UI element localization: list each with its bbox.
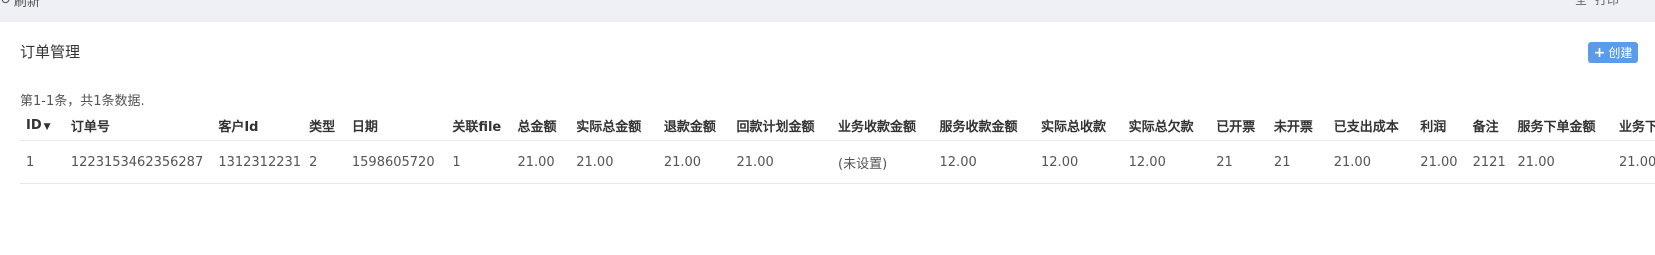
table-cell: 21.00 bbox=[730, 140, 833, 184]
column-header-id[interactable]: ID ▼ bbox=[20, 110, 65, 141]
table-cell: 21.00 bbox=[1327, 140, 1415, 184]
column-header[interactable]: 实际总金额 bbox=[570, 110, 658, 141]
table-cell: 21.00 bbox=[1414, 140, 1467, 184]
create-button[interactable]: + 创建 bbox=[1588, 42, 1638, 63]
column-header[interactable]: 服务收款金额 bbox=[933, 110, 1036, 141]
column-header[interactable]: 客户Id bbox=[212, 110, 304, 141]
create-button-label: 创建 bbox=[1608, 46, 1633, 60]
sort-desc-icon: ▼ bbox=[43, 121, 51, 132]
top-bar: ↻ 刷新 全 打印 bbox=[0, 0, 1655, 22]
orders-table: ID ▼ 订单号 客户Id 类型 日期 关联file 总金额 实际总金额 退款金额… bbox=[20, 110, 1655, 184]
orders-table-wrapper: ID ▼ 订单号 客户Id 类型 日期 关联file 总金额 实际总金额 退款金额… bbox=[20, 110, 1655, 208]
table-cell: 21.00 bbox=[657, 140, 731, 184]
refresh-label: 刷新 bbox=[13, 0, 40, 10]
refresh-icon: ↻ bbox=[0, 0, 11, 8]
table-cell: 12.00 bbox=[933, 140, 1036, 184]
table-cell: 21.00 bbox=[1511, 140, 1614, 184]
column-header[interactable]: 未开票 bbox=[1267, 110, 1328, 141]
column-header[interactable]: 业务收款金额 bbox=[832, 110, 934, 141]
column-header[interactable]: 服务下单金额 bbox=[1511, 110, 1614, 141]
table-cell: 21 bbox=[1267, 140, 1328, 184]
refresh-button[interactable]: ↻ 刷新 bbox=[0, 0, 40, 10]
table-cell: 1 bbox=[20, 140, 65, 184]
column-header[interactable]: 类型 bbox=[303, 110, 346, 141]
top-right-text-2[interactable]: 打印 bbox=[1595, 0, 1619, 8]
column-header[interactable]: 退款金额 bbox=[657, 110, 731, 141]
column-header[interactable]: 总金额 bbox=[511, 110, 571, 141]
column-header[interactable]: 关联file bbox=[446, 110, 512, 141]
top-right-actions: 全 打印 bbox=[1575, 0, 1619, 8]
table-cell: 12.00 bbox=[1035, 140, 1123, 184]
column-header[interactable]: 利润 bbox=[1414, 110, 1467, 141]
table-cell: 21 bbox=[1210, 140, 1268, 184]
table-cell: 21.00 bbox=[570, 140, 658, 184]
table-row: 1 1223153462356287 1312312231 2 15986057… bbox=[20, 140, 1655, 184]
table-header-row: ID ▼ 订单号 客户Id 类型 日期 关联file 总金额 实际总金额 退款金额… bbox=[20, 110, 1655, 141]
order-panel: 订单管理 + 创建 第1-1条，共1条数据. ID ▼ 订单号 客户Id 类型 日… bbox=[0, 22, 1655, 255]
table-cell: 21.00 bbox=[1613, 140, 1655, 184]
page-title: 订单管理 bbox=[20, 43, 81, 61]
column-header[interactable]: 已开票 bbox=[1210, 110, 1268, 141]
table-cell: (未设置) bbox=[832, 140, 934, 184]
table-cell: 1598605720 bbox=[345, 140, 447, 184]
table-cell: 2121 bbox=[1466, 140, 1512, 184]
table-cell: 2 bbox=[303, 140, 346, 184]
summary-text: 第1-1条，共1条数据. bbox=[20, 94, 145, 109]
column-header[interactable]: 备注 bbox=[1466, 110, 1512, 141]
table-cell: 1312312231 bbox=[212, 140, 304, 184]
table-cell: 12.00 bbox=[1122, 140, 1211, 184]
table-cell: 21.00 bbox=[511, 140, 571, 184]
table-cell: 1 bbox=[446, 140, 512, 184]
column-header[interactable]: 回款计划金额 bbox=[730, 110, 833, 141]
plus-icon: + bbox=[1593, 44, 1606, 61]
column-header[interactable]: 业务下单 bbox=[1613, 110, 1655, 141]
column-header[interactable]: 实际总欠款 bbox=[1122, 110, 1211, 141]
column-header[interactable]: 订单号 bbox=[64, 110, 213, 141]
top-right-text-1[interactable]: 全 bbox=[1575, 0, 1587, 8]
column-header[interactable]: 实际总收款 bbox=[1035, 110, 1123, 141]
column-header[interactable]: 日期 bbox=[345, 110, 447, 141]
table-cell: 1223153462356287 bbox=[64, 140, 213, 184]
column-header[interactable]: 已支出成本 bbox=[1327, 110, 1415, 141]
